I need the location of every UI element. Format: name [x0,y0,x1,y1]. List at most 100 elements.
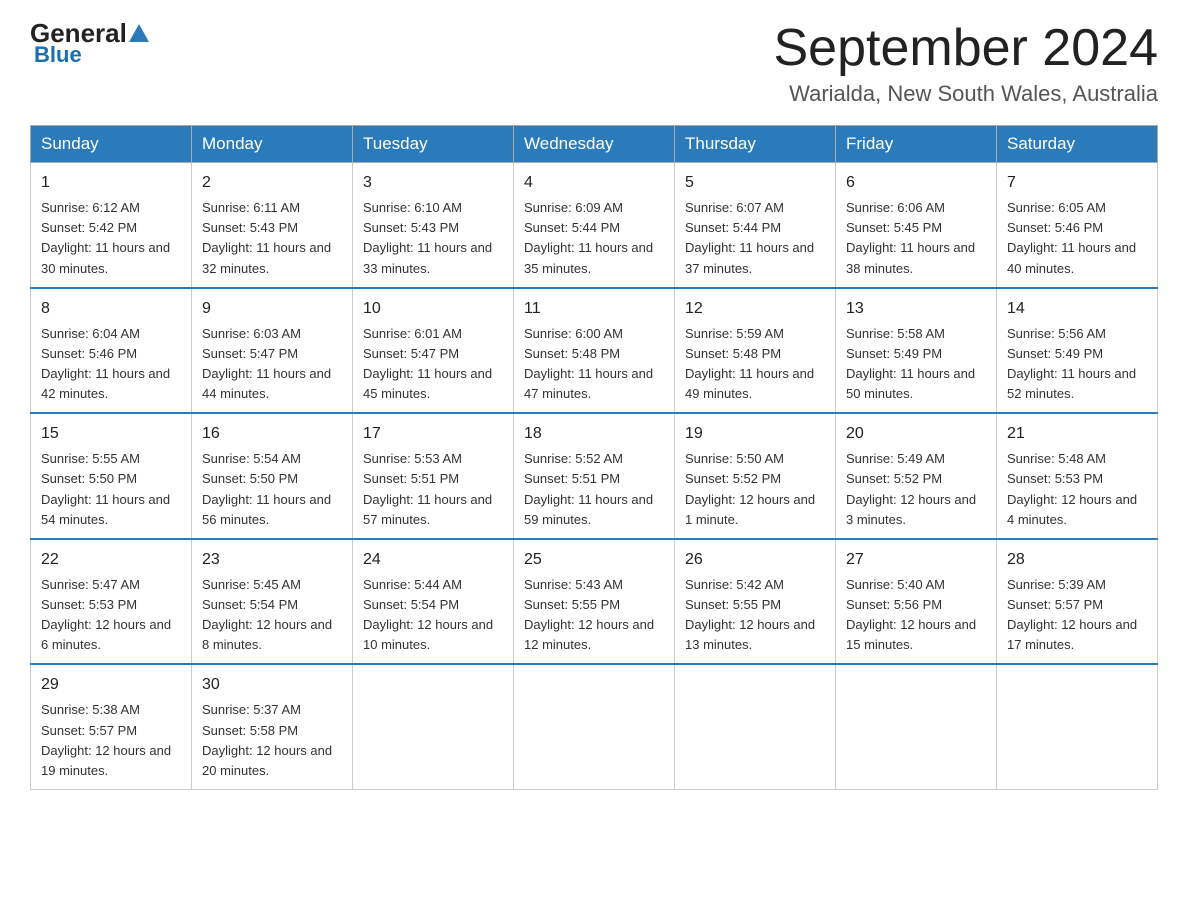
day-info: Sunrise: 6:06 AM Sunset: 5:45 PM Dayligh… [846,198,986,279]
page-header: General Blue September 2024 Warialda, Ne… [30,20,1158,107]
day-info: Sunrise: 6:12 AM Sunset: 5:42 PM Dayligh… [41,198,181,279]
calendar-cell: 18 Sunrise: 5:52 AM Sunset: 5:51 PM Dayl… [514,413,675,539]
day-info: Sunrise: 5:44 AM Sunset: 5:54 PM Dayligh… [363,575,503,656]
day-info: Sunrise: 6:07 AM Sunset: 5:44 PM Dayligh… [685,198,825,279]
calendar-cell [514,664,675,789]
calendar-cell: 4 Sunrise: 6:09 AM Sunset: 5:44 PM Dayli… [514,163,675,288]
calendar-cell: 6 Sunrise: 6:06 AM Sunset: 5:45 PM Dayli… [836,163,997,288]
day-number: 30 [202,673,342,697]
weekday-header-sunday: Sunday [31,126,192,163]
weekday-header-friday: Friday [836,126,997,163]
calendar-cell: 10 Sunrise: 6:01 AM Sunset: 5:47 PM Dayl… [353,288,514,414]
calendar-cell: 2 Sunrise: 6:11 AM Sunset: 5:43 PM Dayli… [192,163,353,288]
calendar-cell: 1 Sunrise: 6:12 AM Sunset: 5:42 PM Dayli… [31,163,192,288]
day-info: Sunrise: 5:56 AM Sunset: 5:49 PM Dayligh… [1007,324,1147,405]
day-info: Sunrise: 6:09 AM Sunset: 5:44 PM Dayligh… [524,198,664,279]
weekday-header-saturday: Saturday [997,126,1158,163]
title-section: September 2024 Warialda, New South Wales… [774,20,1159,107]
day-number: 8 [41,297,181,321]
calendar-table: SundayMondayTuesdayWednesdayThursdayFrid… [30,125,1158,790]
weekday-header-wednesday: Wednesday [514,126,675,163]
weekday-header-row: SundayMondayTuesdayWednesdayThursdayFrid… [31,126,1158,163]
day-number: 4 [524,171,664,195]
calendar-cell: 3 Sunrise: 6:10 AM Sunset: 5:43 PM Dayli… [353,163,514,288]
day-number: 7 [1007,171,1147,195]
day-info: Sunrise: 6:01 AM Sunset: 5:47 PM Dayligh… [363,324,503,405]
day-number: 27 [846,548,986,572]
logo: General Blue [30,20,151,68]
calendar-cell: 26 Sunrise: 5:42 AM Sunset: 5:55 PM Dayl… [675,539,836,665]
day-number: 17 [363,422,503,446]
day-info: Sunrise: 5:55 AM Sunset: 5:50 PM Dayligh… [41,449,181,530]
day-number: 5 [685,171,825,195]
day-info: Sunrise: 6:10 AM Sunset: 5:43 PM Dayligh… [363,198,503,279]
calendar-cell: 8 Sunrise: 6:04 AM Sunset: 5:46 PM Dayli… [31,288,192,414]
logo-triangle-icon [128,23,150,43]
weekday-header-thursday: Thursday [675,126,836,163]
month-title: September 2024 [774,20,1159,77]
calendar-week-row: 1 Sunrise: 6:12 AM Sunset: 5:42 PM Dayli… [31,163,1158,288]
day-info: Sunrise: 6:04 AM Sunset: 5:46 PM Dayligh… [41,324,181,405]
calendar-week-row: 8 Sunrise: 6:04 AM Sunset: 5:46 PM Dayli… [31,288,1158,414]
day-info: Sunrise: 5:59 AM Sunset: 5:48 PM Dayligh… [685,324,825,405]
day-info: Sunrise: 5:48 AM Sunset: 5:53 PM Dayligh… [1007,449,1147,530]
calendar-cell: 30 Sunrise: 5:37 AM Sunset: 5:58 PM Dayl… [192,664,353,789]
day-number: 3 [363,171,503,195]
day-info: Sunrise: 5:49 AM Sunset: 5:52 PM Dayligh… [846,449,986,530]
calendar-week-row: 29 Sunrise: 5:38 AM Sunset: 5:57 PM Dayl… [31,664,1158,789]
calendar-cell: 7 Sunrise: 6:05 AM Sunset: 5:46 PM Dayli… [997,163,1158,288]
day-info: Sunrise: 6:11 AM Sunset: 5:43 PM Dayligh… [202,198,342,279]
day-info: Sunrise: 5:43 AM Sunset: 5:55 PM Dayligh… [524,575,664,656]
day-number: 18 [524,422,664,446]
day-info: Sunrise: 5:54 AM Sunset: 5:50 PM Dayligh… [202,449,342,530]
calendar-cell: 24 Sunrise: 5:44 AM Sunset: 5:54 PM Dayl… [353,539,514,665]
calendar-cell: 14 Sunrise: 5:56 AM Sunset: 5:49 PM Dayl… [997,288,1158,414]
calendar-cell [997,664,1158,789]
day-info: Sunrise: 6:05 AM Sunset: 5:46 PM Dayligh… [1007,198,1147,279]
day-number: 21 [1007,422,1147,446]
location-title: Warialda, New South Wales, Australia [774,81,1159,107]
calendar-cell: 16 Sunrise: 5:54 AM Sunset: 5:50 PM Dayl… [192,413,353,539]
day-number: 28 [1007,548,1147,572]
day-number: 2 [202,171,342,195]
calendar-cell [675,664,836,789]
day-info: Sunrise: 5:50 AM Sunset: 5:52 PM Dayligh… [685,449,825,530]
calendar-cell: 13 Sunrise: 5:58 AM Sunset: 5:49 PM Dayl… [836,288,997,414]
calendar-cell: 27 Sunrise: 5:40 AM Sunset: 5:56 PM Dayl… [836,539,997,665]
day-info: Sunrise: 5:45 AM Sunset: 5:54 PM Dayligh… [202,575,342,656]
day-number: 23 [202,548,342,572]
day-number: 20 [846,422,986,446]
day-number: 1 [41,171,181,195]
day-info: Sunrise: 5:42 AM Sunset: 5:55 PM Dayligh… [685,575,825,656]
day-info: Sunrise: 5:40 AM Sunset: 5:56 PM Dayligh… [846,575,986,656]
day-info: Sunrise: 5:52 AM Sunset: 5:51 PM Dayligh… [524,449,664,530]
calendar-cell: 23 Sunrise: 5:45 AM Sunset: 5:54 PM Dayl… [192,539,353,665]
day-info: Sunrise: 5:37 AM Sunset: 5:58 PM Dayligh… [202,700,342,781]
calendar-cell: 12 Sunrise: 5:59 AM Sunset: 5:48 PM Dayl… [675,288,836,414]
day-info: Sunrise: 5:53 AM Sunset: 5:51 PM Dayligh… [363,449,503,530]
day-number: 16 [202,422,342,446]
day-number: 29 [41,673,181,697]
day-number: 10 [363,297,503,321]
calendar-cell [836,664,997,789]
day-number: 22 [41,548,181,572]
day-info: Sunrise: 5:47 AM Sunset: 5:53 PM Dayligh… [41,575,181,656]
day-number: 12 [685,297,825,321]
day-number: 19 [685,422,825,446]
logo-blue-text: Blue [34,42,82,68]
calendar-cell: 11 Sunrise: 6:00 AM Sunset: 5:48 PM Dayl… [514,288,675,414]
calendar-cell: 9 Sunrise: 6:03 AM Sunset: 5:47 PM Dayli… [192,288,353,414]
day-number: 11 [524,297,664,321]
calendar-week-row: 15 Sunrise: 5:55 AM Sunset: 5:50 PM Dayl… [31,413,1158,539]
weekday-header-monday: Monday [192,126,353,163]
day-number: 15 [41,422,181,446]
day-info: Sunrise: 5:38 AM Sunset: 5:57 PM Dayligh… [41,700,181,781]
weekday-header-tuesday: Tuesday [353,126,514,163]
day-number: 6 [846,171,986,195]
day-info: Sunrise: 6:00 AM Sunset: 5:48 PM Dayligh… [524,324,664,405]
day-number: 13 [846,297,986,321]
day-info: Sunrise: 5:58 AM Sunset: 5:49 PM Dayligh… [846,324,986,405]
calendar-cell: 5 Sunrise: 6:07 AM Sunset: 5:44 PM Dayli… [675,163,836,288]
day-number: 25 [524,548,664,572]
calendar-cell: 25 Sunrise: 5:43 AM Sunset: 5:55 PM Dayl… [514,539,675,665]
